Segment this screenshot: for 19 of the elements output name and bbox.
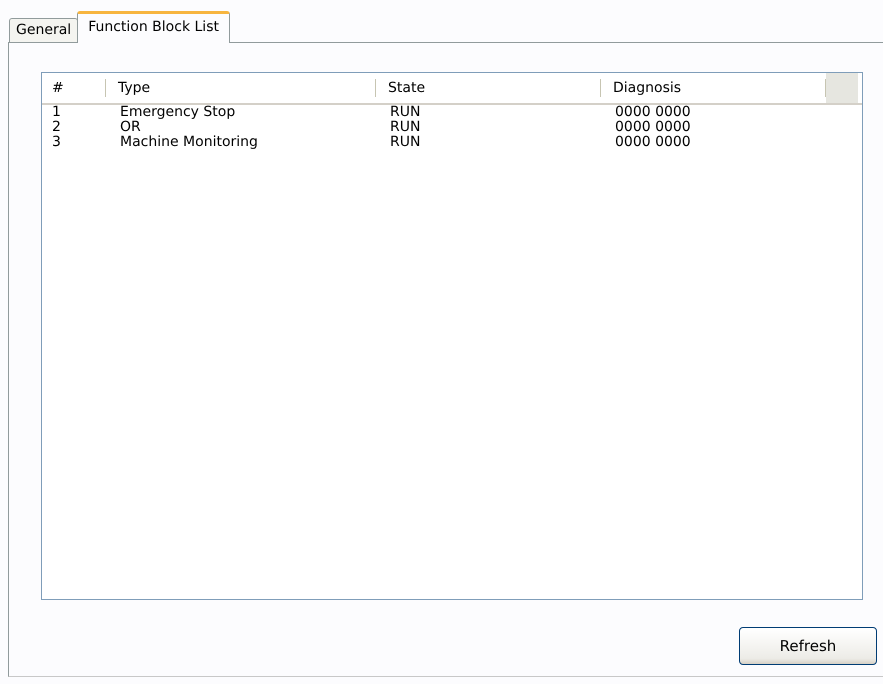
table-cell-text: RUN [389,120,422,135]
table-cell-text: Machine Monitoring [119,135,259,150]
table-cell-text: 3 [51,135,62,150]
table-cell-text: 2 [51,120,62,135]
table-cell-text: 0000 0000 [614,120,692,135]
tab[interactable]: Function Block List [77,11,230,43]
refresh-button[interactable]: Refresh [739,627,877,665]
table-cell-text: 0000 0000 [614,135,692,150]
table-cell-text: RUN [389,105,422,120]
table-cell-text: 1 [51,105,62,120]
column-header[interactable]: State [376,79,601,97]
tab[interactable]: General [9,18,78,42]
table-cell-text: Emergency Stop [119,105,236,120]
table-cell-text: RUN [389,135,422,150]
column-header[interactable]: # [46,79,106,97]
column-header[interactable]: Type [106,79,376,97]
table-cell-text: OR [119,120,142,135]
table-cell-text: 0000 0000 [614,105,692,120]
header-filler [826,73,858,103]
